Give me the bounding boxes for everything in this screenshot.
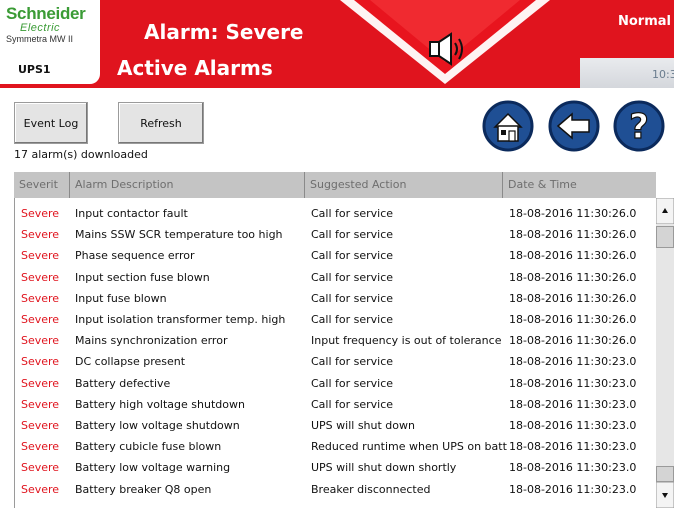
datetime-cell: 18-08-2016 11:30:23.0 — [509, 440, 637, 454]
brand-logo-sub: Electric — [20, 22, 61, 34]
description-cell: Battery breaker Q8 open — [75, 482, 212, 496]
brand-logo: Schneider — [6, 4, 86, 23]
refresh-button[interactable]: Refresh — [118, 102, 204, 144]
severity-cell: Severe — [21, 397, 60, 411]
datetime-cell: 18-08-2016 11:30:23.0 — [509, 376, 637, 390]
description-cell: Input section fuse blown — [75, 270, 210, 284]
description-cell: Battery low voltage shutdown — [75, 419, 240, 432]
column-header-description[interactable]: Alarm Description — [70, 172, 305, 198]
severity-cell: Severe — [21, 228, 60, 242]
description-cell: Input fuse blown — [75, 291, 167, 305]
status-indicator: Normal — [618, 14, 671, 29]
severity-cell: Severe — [21, 207, 60, 220]
datetime-cell: 18-08-2016 11:30:23.0 — [509, 482, 637, 496]
severity-cell: Severe — [21, 482, 60, 496]
action-cell: Call for service — [311, 376, 394, 390]
datetime-cell: 18-08-2016 11:30:26.0 — [509, 249, 637, 263]
logo-panel: Schneider Electric Symmetra MW II UPS1 — [0, 0, 100, 84]
datetime-cell: 18-08-2016 11:30:26.0 — [509, 270, 637, 284]
description-cell: Battery high voltage shutdown — [75, 397, 245, 411]
action-cell: Call for service — [311, 355, 394, 369]
severity-cell: Severe — [21, 291, 60, 305]
table-row[interactable]: Severe Battery low voltage warning UPS wil… — [15, 456, 657, 477]
action-cell: Call for service — [311, 228, 394, 242]
help-icon[interactable]: ? — [613, 100, 665, 152]
action-cell: Reduced runtime when UPS on batt — [311, 440, 507, 454]
severity-cell: Severe — [21, 461, 60, 475]
product-name: Symmetra MW II — [6, 34, 73, 44]
description-cell: Mains SSW SCR temperature too high — [75, 228, 283, 242]
table-row[interactable]: Severe DC collapse present Call for servic… — [15, 350, 657, 371]
column-header-datetime[interactable]: Date & Time — [503, 172, 656, 198]
severity-cell: Severe — [21, 419, 60, 432]
scrollbar-lower-thumb[interactable] — [656, 466, 674, 482]
action-cell: Call for service — [311, 270, 394, 284]
action-cell: Input frequency is out of tolerance — [311, 334, 502, 348]
alarm-title: Alarm: Severe — [144, 20, 304, 44]
datetime-cell: 18-08-2016 11:30:23.0 — [509, 355, 637, 369]
page-title: Active Alarms — [117, 56, 273, 80]
table-row[interactable]: Severe Battery low voltage shutdown UPS wi… — [15, 414, 657, 435]
description-cell: DC collapse present — [75, 355, 186, 369]
severity-cell: Severe — [21, 249, 60, 263]
severity-cell: Severe — [21, 376, 60, 390]
description-cell: Input contactor fault — [75, 207, 188, 220]
table-row[interactable]: Severe Battery breaker Q8 open Breaker dis… — [15, 478, 657, 499]
action-cell: Call for service — [311, 313, 394, 326]
action-cell: Call for service — [311, 291, 394, 305]
speaker-icon — [429, 32, 463, 66]
vertical-scrollbar[interactable] — [656, 198, 674, 508]
column-header-action[interactable]: Suggested Action — [305, 172, 503, 198]
action-cell: Call for service — [311, 249, 394, 263]
description-cell: Mains synchronization error — [75, 334, 228, 348]
severity-cell: Severe — [21, 440, 60, 454]
datetime-cell: 18-08-2016 11:30:26.0 — [509, 291, 637, 305]
severity-cell: Severe — [21, 270, 60, 284]
action-cell: Breaker disconnected — [311, 482, 431, 496]
description-cell: Battery cubicle fuse blown — [75, 440, 222, 454]
datetime-cell: 18-08-2016 11:30:26.0 — [509, 228, 637, 242]
datetime-cell: 18-08-2016 11:30:26.0 — [509, 334, 637, 348]
back-arrow-icon[interactable] — [548, 100, 600, 152]
scroll-up-arrow-icon[interactable] — [656, 198, 674, 224]
table-header: Severit Alarm Description Suggested Acti… — [14, 172, 656, 198]
severity-cell: Severe — [21, 355, 60, 369]
table-row[interactable]: Severe Input section fuse blown Call for s… — [15, 266, 657, 287]
scroll-down-arrow-icon[interactable] — [656, 482, 674, 508]
table-row[interactable]: Severe Input contactor fault Call for serv… — [15, 202, 657, 223]
home-icon[interactable] — [482, 100, 534, 152]
severity-cell: Severe — [21, 334, 60, 348]
event-log-button[interactable]: Event Log — [14, 102, 88, 144]
table-row[interactable]: Severe Battery defective Call for service 1… — [15, 372, 657, 393]
table-row[interactable]: Severe Input fuse blown Call for service 18… — [15, 287, 657, 308]
header-bar: Schneider Electric Symmetra MW II UPS1 A… — [0, 0, 674, 88]
datetime-cell: 18-08-2016 11:30:26.0 — [509, 313, 637, 326]
table-row[interactable]: Severe Battery cubicle fuse blown Reduced … — [15, 435, 657, 456]
action-cell: UPS will shut down — [311, 419, 415, 432]
description-cell: Input isolation transformer temp. high — [75, 313, 286, 326]
table-row[interactable]: Severe Input isolation transformer temp. … — [15, 308, 657, 329]
datetime-cell: 18-08-2016 11:30:23.0 — [509, 419, 637, 432]
device-name: UPS1 — [18, 63, 51, 76]
description-cell: Phase sequence error — [75, 249, 195, 263]
alarm-table-body: Severe Input contactor fault Call for serv… — [14, 198, 656, 508]
description-cell: Battery defective — [75, 376, 171, 390]
alarm-count-text: 17 alarm(s) downloaded — [14, 148, 148, 161]
table-row[interactable]: Severe Phase sequence error Call for servi… — [15, 244, 657, 265]
action-cell: UPS will shut down shortly — [311, 461, 457, 475]
datetime-cell: 18-08-2016 11:30:23.0 — [509, 461, 637, 475]
action-cell: Call for service — [311, 207, 394, 220]
table-row[interactable]: Severe Mains synchronization error Input f… — [15, 329, 657, 350]
scrollbar-thumb[interactable] — [656, 226, 674, 248]
description-cell: Battery low voltage warning — [75, 461, 231, 475]
clock-text: 10:3 — [652, 68, 674, 81]
column-header-severity[interactable]: Severit — [14, 172, 70, 198]
svg-text:?: ? — [629, 107, 649, 147]
action-cell: Call for service — [311, 397, 394, 411]
table-row[interactable]: Severe Battery high voltage shutdown Call … — [15, 393, 657, 414]
datetime-cell: 18-08-2016 11:30:23.0 — [509, 397, 637, 411]
severity-cell: Severe — [21, 313, 60, 326]
table-row[interactable]: Severe Mains SSW SCR temperature too high… — [15, 223, 657, 244]
datetime-cell: 18-08-2016 11:30:26.0 — [509, 207, 637, 220]
